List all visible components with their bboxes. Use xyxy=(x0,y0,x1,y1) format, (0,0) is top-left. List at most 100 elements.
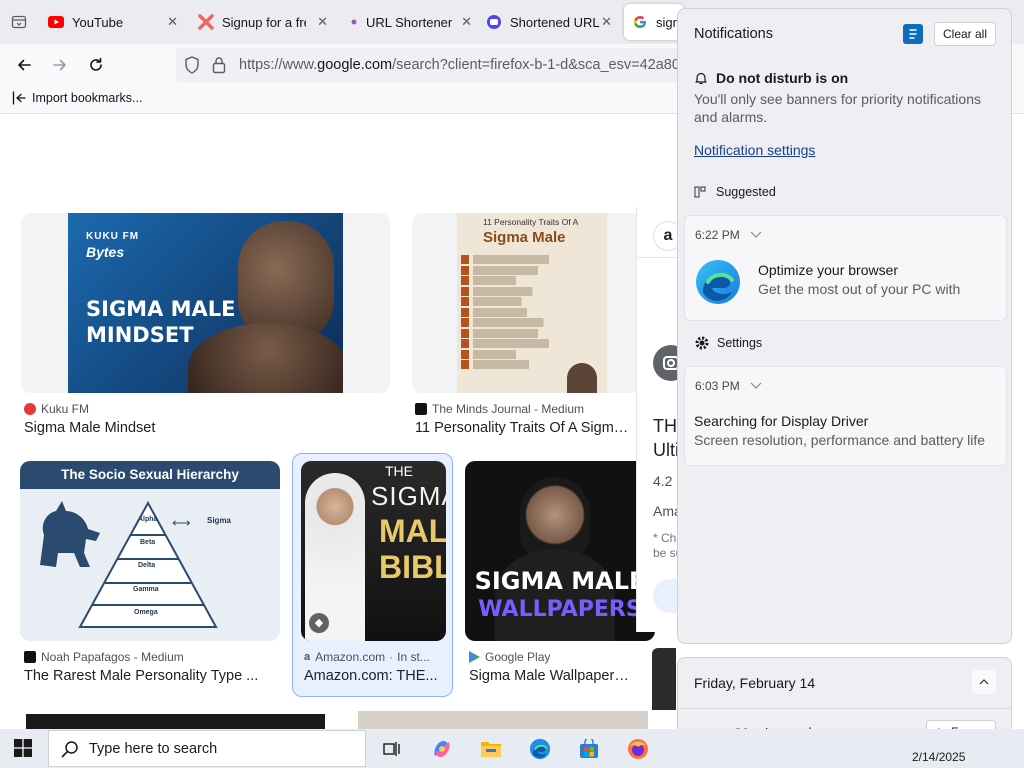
tracking-protection-icon[interactable] xyxy=(184,56,200,79)
signup-icon xyxy=(198,14,214,30)
address-bar[interactable]: https://www.google.com/search?client=fir… xyxy=(176,48,696,82)
tab-google-search[interactable]: sigm xyxy=(624,4,684,40)
source-label: Noah Papafagos - Medium xyxy=(41,650,184,664)
close-tab-icon[interactable]: ✕ xyxy=(317,14,328,30)
book-title-3: MALE xyxy=(379,513,446,549)
result-source[interactable]: The Minds Journal - Medium xyxy=(415,402,584,416)
result-title[interactable]: The Rarest Male Personality Type ... xyxy=(24,668,280,684)
amazon-icon: a xyxy=(304,651,311,663)
calendar-date: Friday, February 14 xyxy=(694,675,816,691)
result-image-partial[interactable] xyxy=(26,714,325,729)
book-title-1: THE xyxy=(385,463,413,479)
source-label: Amazon.com xyxy=(315,650,386,664)
notification-body: Screen resolution, performance and batte… xyxy=(694,432,986,448)
tier-omega: Omega xyxy=(134,609,158,616)
task-view-icon[interactable] xyxy=(380,737,404,761)
close-tab-icon[interactable]: ✕ xyxy=(461,14,472,30)
image-headline-1: SIGMA MALE xyxy=(474,567,646,595)
url-domain: google.com xyxy=(317,57,393,73)
result-source[interactable]: a Amazon.com · In st... xyxy=(304,650,430,664)
result-title[interactable]: Sigma Male Wallpapers - ... xyxy=(469,668,636,684)
import-bookmarks-button[interactable]: Import bookmarks... xyxy=(12,91,142,105)
result-source[interactable]: Kuku FM xyxy=(24,402,89,416)
result-title[interactable]: Amazon.com: THE... xyxy=(304,668,446,684)
url-prefix: https://www. xyxy=(239,57,318,73)
time-label: 6:22 PM xyxy=(695,228,740,242)
image-line-2: Sigma Male xyxy=(483,229,566,246)
notification-time: 6:03 PM xyxy=(695,379,762,393)
notification-card-browser[interactable]: 6:22 PM Optimize your browser Get the mo… xyxy=(684,215,1007,321)
book-title-2: SIGMA xyxy=(371,481,446,511)
chevron-down-icon[interactable] xyxy=(750,231,762,239)
firefox-icon[interactable] xyxy=(626,737,650,761)
bell-snooze-icon xyxy=(695,72,707,85)
notification-settings-link[interactable]: Notification settings xyxy=(694,142,815,158)
suggested-icon xyxy=(694,186,706,198)
tab-url-shortener[interactable]: URL Shortener, B ✕ xyxy=(350,4,480,40)
dot-icon xyxy=(350,14,358,30)
reload-icon[interactable] xyxy=(83,52,109,78)
forward-icon[interactable] xyxy=(47,52,73,78)
taskbar-search-box[interactable]: Type here to search xyxy=(48,730,366,767)
url-text[interactable]: https://www.google.com/search?client=fir… xyxy=(239,57,696,73)
group-header-suggested: Suggested xyxy=(694,185,776,199)
list-all-tabs-icon[interactable] xyxy=(8,11,30,33)
import-icon xyxy=(12,91,26,105)
result-image-socio-sexual[interactable]: The Socio Sexual Hierarchy Alpha Beta De… xyxy=(20,461,280,641)
source-label: The Minds Journal - Medium xyxy=(432,402,585,416)
close-tab-icon[interactable]: ✕ xyxy=(167,14,178,30)
gear-icon xyxy=(695,336,709,350)
tab-title: Signup for a free xyxy=(222,14,306,30)
divider xyxy=(678,708,1011,709)
notification-body: Get the most out of your PC with xyxy=(758,281,961,297)
tab-title: YouTube xyxy=(72,14,124,30)
file-explorer-icon[interactable] xyxy=(479,737,503,761)
windows-start-icon[interactable] xyxy=(14,739,32,762)
copilot-icon[interactable] xyxy=(430,737,454,761)
notification-card-display-driver[interactable]: 6:03 PM Searching for Display Driver Scr… xyxy=(684,366,1007,466)
clock-date[interactable]: 2/14/2025 xyxy=(912,750,965,764)
result-title[interactable]: Sigma Male Mindset xyxy=(24,420,384,436)
microsoft-store-icon[interactable] xyxy=(577,737,601,761)
google-icon xyxy=(632,14,648,30)
google-play-icon xyxy=(469,651,480,663)
tab-youtube[interactable]: YouTube ✕ xyxy=(48,4,186,40)
brand-sub: Bytes xyxy=(86,244,125,260)
tab-shortened-url[interactable]: Shortened URL ✕ xyxy=(486,4,620,40)
back-icon[interactable] xyxy=(11,52,37,78)
result-image-partial[interactable] xyxy=(358,711,648,729)
double-arrow-icon: ⟷ xyxy=(172,515,191,530)
clear-all-button[interactable]: Clear all xyxy=(934,22,996,46)
image-heading: The Socio Sexual Hierarchy xyxy=(20,461,280,489)
result-source[interactable]: Google Play xyxy=(469,650,550,664)
tier-sigma: Sigma xyxy=(207,516,232,525)
tier-gamma: Gamma xyxy=(133,586,159,593)
man-shoulders-graphic xyxy=(188,323,343,393)
image-headline-2: WALLPAPERS xyxy=(478,597,642,622)
dnd-title-text: Do not disturb is on xyxy=(716,70,849,86)
lock-icon[interactable] xyxy=(212,56,226,79)
image-headline-2: MINDSET xyxy=(86,323,194,347)
result-image-partial[interactable] xyxy=(652,648,676,710)
close-tab-icon[interactable]: ✕ xyxy=(601,14,612,30)
result-image-personality-traits[interactable]: 11 Personality Traits Of A Sigma Male xyxy=(412,213,642,393)
time-label: 6:03 PM xyxy=(695,379,740,393)
result-image-sigma-mindset[interactable]: KUKU FM Bytes SIGMA MALE MINDSET xyxy=(21,213,390,393)
tab-signup[interactable]: Signup for a free ✕ xyxy=(198,4,336,40)
result-image-sigma-wallpapers[interactable]: SIGMA MALE WALLPAPERS xyxy=(465,461,655,641)
tab-title: Shortened URL xyxy=(510,14,600,30)
url-path: /search?client=firefox-b-1-d&sca_esv=42a… xyxy=(392,57,697,73)
result-title[interactable]: 11 Personality Traits Of A Sigma ... xyxy=(415,420,636,436)
chevron-down-icon[interactable] xyxy=(750,382,762,390)
chevron-up-icon[interactable] xyxy=(972,670,996,694)
import-bookmarks-label: Import bookmarks... xyxy=(32,91,143,105)
edge-taskbar-icon[interactable] xyxy=(528,737,552,761)
group-name: Settings xyxy=(717,336,763,350)
result-image-sigma-bible[interactable]: THE SIGMA MALE BIBLE ◆ xyxy=(301,461,446,641)
preview-title-2: Ulti xyxy=(653,440,679,460)
do-not-disturb-toggle-icon[interactable] xyxy=(903,24,923,44)
result-source[interactable]: Noah Papafagos - Medium xyxy=(24,650,184,664)
kukufm-icon xyxy=(24,403,36,415)
notification-center: Notifications Clear all Do not disturb i… xyxy=(677,8,1012,644)
notification-heading: Searching for Display Driver xyxy=(694,413,869,429)
